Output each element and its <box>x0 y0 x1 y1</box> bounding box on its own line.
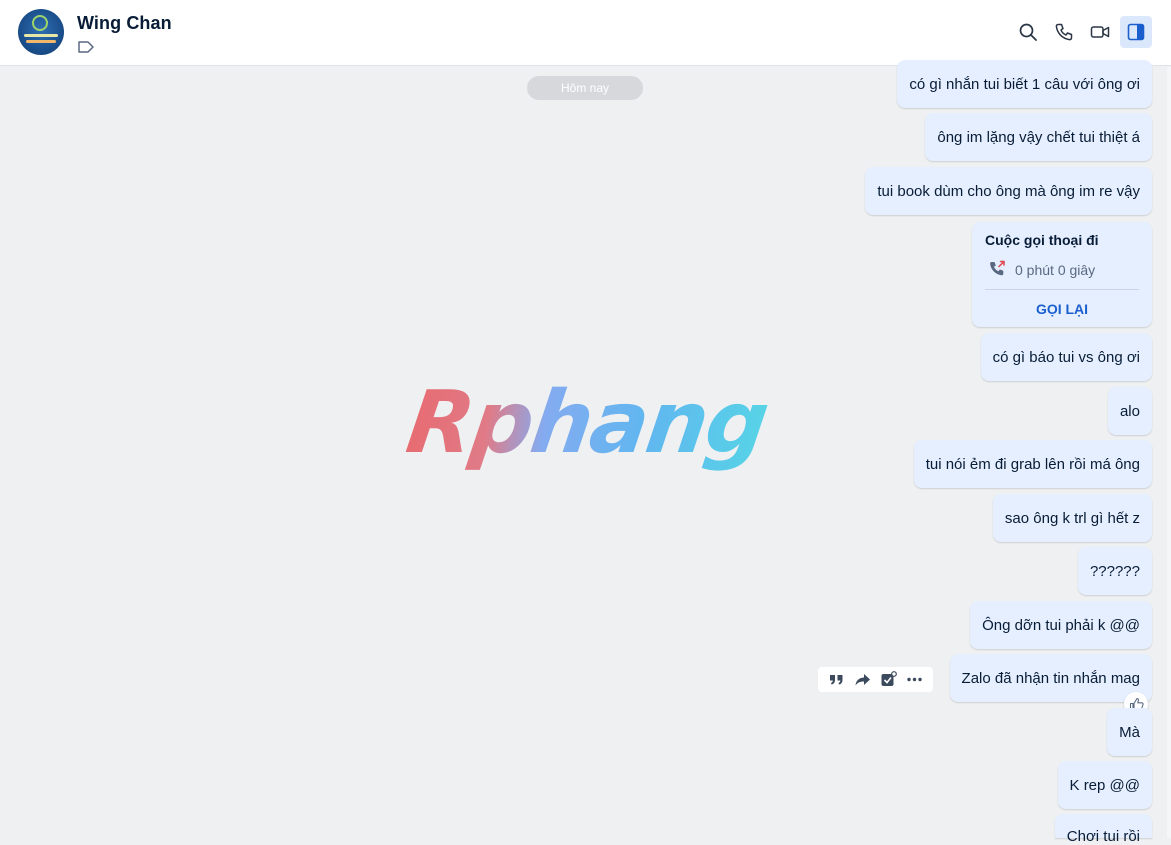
avatar[interactable] <box>18 9 64 55</box>
message-bubble[interactable]: tui nói ẻm đi grab lên rồi má ông <box>913 440 1152 488</box>
contact-name[interactable]: Wing Chan <box>77 13 172 34</box>
task-icon[interactable] <box>877 669 899 691</box>
call-duration: 0 phút 0 giây <box>1015 262 1096 278</box>
logo-ring <box>32 15 48 31</box>
date-divider: Hôm nay <box>527 76 643 100</box>
message-bubble[interactable]: K rep @@ <box>1057 761 1152 809</box>
message-bubble[interactable]: sao ông k trl gì hết z <box>992 494 1152 542</box>
chat-header: Wing Chan <box>0 0 1171 66</box>
call-card: Cuộc gọi thoại đi 0 phút 0 giây GỌI LẠI <box>972 222 1152 327</box>
call-title: Cuộc gọi thoại đi <box>985 232 1099 248</box>
more-icon[interactable] <box>903 669 925 691</box>
search-icon[interactable] <box>1015 19 1041 45</box>
message-bubble[interactable]: ông im lặng vậy chết tui thiệt á <box>925 113 1152 161</box>
message-bubble[interactable]: ?????? <box>1077 547 1152 595</box>
message-actions <box>818 667 933 692</box>
message-bubble[interactable]: tui book dùm cho ông mà ông im re vậy <box>865 167 1152 215</box>
message-bubble[interactable]: alo <box>1107 387 1152 435</box>
message-bubble[interactable]: có gì báo tui vs ông ơi <box>980 333 1152 381</box>
quote-icon[interactable] <box>826 669 848 691</box>
divider <box>985 289 1139 290</box>
message-bubble[interactable]: có gì nhắn tui biết 1 câu với ông ơi <box>897 60 1152 108</box>
outgoing-call-icon <box>990 260 1005 276</box>
logo-mark-accent <box>26 40 56 43</box>
message-bubble[interactable]: Chơi tui rồi <box>1054 814 1152 845</box>
scrollbar[interactable] <box>1167 67 1171 838</box>
call-back-button[interactable]: GỌI LẠI <box>972 301 1152 317</box>
phone-icon[interactable] <box>1051 19 1077 45</box>
sidebar-toggle-icon[interactable] <box>1120 16 1152 48</box>
video-call-icon[interactable] <box>1087 19 1113 45</box>
logo-mark <box>24 34 58 37</box>
message-bubble[interactable]: Mà <box>1107 708 1152 756</box>
forward-icon[interactable] <box>852 669 874 691</box>
tag-icon[interactable] <box>77 40 95 54</box>
message-bubble[interactable]: Zalo đã nhận tin nhắn mag <box>949 654 1152 702</box>
message-bubble[interactable]: Ông dỡn tui phải k @@ <box>970 601 1152 649</box>
watermark-logo: Rphang <box>400 368 775 478</box>
